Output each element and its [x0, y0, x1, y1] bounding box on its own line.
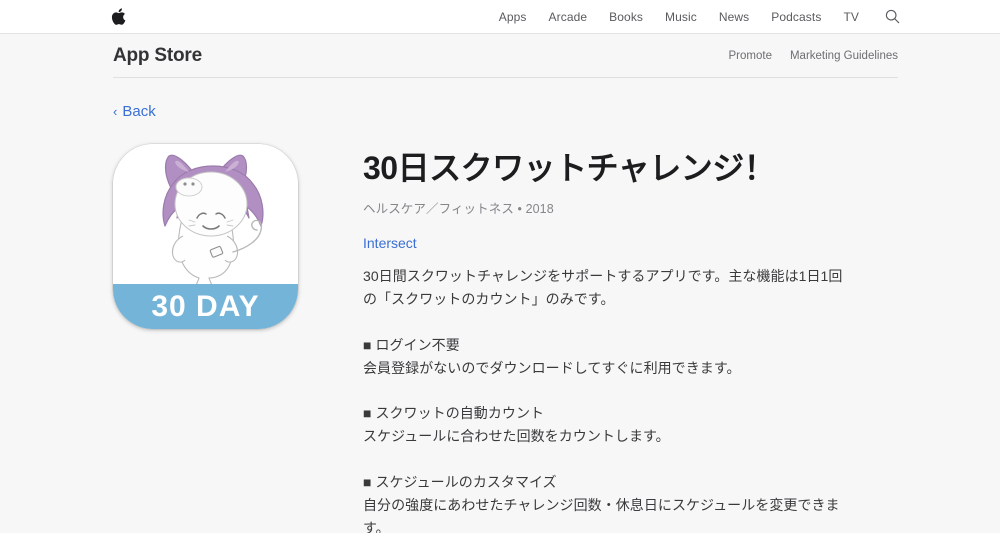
icon-banner-text: 30 DAY	[151, 290, 259, 323]
back-link[interactable]: ‹ Back	[113, 103, 156, 120]
chevron-left-icon: ‹	[113, 104, 118, 119]
local-nav-links: Promote Marketing Guidelines	[729, 50, 899, 62]
app-description: 30日間スクワットチャレンジをサポートするアプリです。主な機能は1日1回の「スク…	[363, 265, 843, 533]
cat-face	[174, 171, 248, 237]
app-category-year: ヘルスケア／フィットネス • 2018	[363, 201, 554, 216]
gnav-link-podcasts[interactable]: Podcasts	[771, 0, 821, 34]
app-details-column: 30日スクワットチャレンジ！ ヘルスケア／フィットネス • 2018 Inter…	[298, 144, 843, 533]
gnav-link-apps[interactable]: Apps	[499, 0, 527, 34]
page-title[interactable]: App Store	[113, 45, 202, 67]
back-link-label: Back	[122, 103, 156, 120]
app-description-text: 30日間スクワットチャレンジをサポートするアプリです。主な機能は1日1回の「スク…	[363, 267, 843, 533]
global-navigation-bar: Apps Arcade Books Music News Podcasts TV	[0, 0, 1000, 34]
app-title: 30日スクワットチャレンジ！	[363, 150, 776, 186]
app-icon-artwork: 30 DAY	[113, 144, 298, 329]
gnav-link-books[interactable]: Books	[609, 0, 643, 34]
page-body: App Store Promote Marketing Guidelines ‹…	[0, 34, 1000, 533]
app-icon[interactable]: 30 DAY	[113, 144, 298, 329]
global-nav-links: Apps Arcade Books Music News Podcasts TV	[0, 0, 1000, 34]
app-store-local-nav: App Store Promote Marketing Guidelines	[0, 34, 1000, 78]
back-row: ‹ Back	[0, 78, 1000, 121]
app-icon-column: 30 DAY	[113, 144, 298, 533]
developer-link[interactable]: Intersect	[363, 235, 843, 251]
local-nav-link-marketing-guidelines[interactable]: Marketing Guidelines	[790, 50, 898, 62]
search-icon[interactable]	[885, 9, 900, 24]
gnav-link-news[interactable]: News	[719, 0, 749, 34]
app-detail-content: 30 DAY 30日スクワットチャレンジ！ ヘルスケア／フィットネス • 201…	[0, 121, 1000, 533]
local-nav-link-promote[interactable]: Promote	[729, 50, 772, 62]
gnav-link-tv[interactable]: TV	[843, 0, 859, 34]
gnav-link-arcade[interactable]: Arcade	[549, 0, 588, 34]
gnav-link-music[interactable]: Music	[665, 0, 697, 34]
